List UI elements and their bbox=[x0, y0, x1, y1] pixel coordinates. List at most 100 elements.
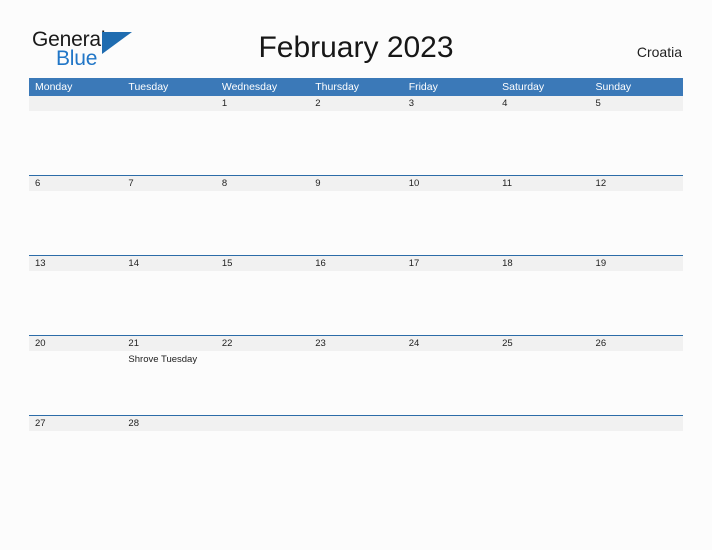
calendar-day-cell-empty bbox=[496, 416, 590, 442]
day-number-band: 20 bbox=[29, 336, 123, 351]
calendar-day-cell[interactable]: 4 bbox=[496, 96, 590, 175]
calendar-day-cell-empty bbox=[29, 96, 123, 175]
calendar-week-inner: 1 2 3 4 5 bbox=[29, 96, 683, 175]
calendar-day-cell[interactable]: 26 bbox=[589, 336, 683, 415]
day-number: 7 bbox=[128, 178, 134, 189]
day-number-band bbox=[309, 416, 403, 431]
day-number: 20 bbox=[35, 338, 46, 349]
calendar-day-cell[interactable]: 23 bbox=[309, 336, 403, 415]
calendar-day-cell[interactable]: 7 bbox=[122, 176, 216, 255]
day-events bbox=[309, 431, 402, 434]
calendar-day-cell[interactable]: 1 bbox=[215, 96, 310, 175]
day-events bbox=[403, 351, 496, 354]
day-number: 18 bbox=[502, 258, 513, 269]
calendar-day-cell[interactable]: 3 bbox=[402, 96, 497, 175]
day-events bbox=[29, 431, 122, 434]
weekday-tuesday: Tuesday bbox=[128, 81, 169, 93]
day-events bbox=[122, 111, 215, 114]
calendar-day-cell[interactable]: 17 bbox=[402, 256, 497, 335]
day-number: 12 bbox=[595, 178, 607, 189]
calendar-day-cell-empty bbox=[215, 416, 310, 442]
day-number-band: 17 bbox=[402, 256, 497, 271]
day-number-band bbox=[589, 416, 683, 431]
day-number: 5 bbox=[595, 98, 601, 109]
day-number-band bbox=[29, 96, 123, 111]
day-events bbox=[590, 191, 683, 194]
calendar-day-cell[interactable]: 8 bbox=[215, 176, 310, 255]
day-number: 21 bbox=[128, 338, 139, 349]
day-number: 2 bbox=[315, 98, 321, 109]
day-events bbox=[29, 271, 122, 274]
calendar-day-cell[interactable]: 15 bbox=[215, 256, 310, 335]
day-events bbox=[122, 271, 215, 274]
day-events bbox=[496, 351, 589, 354]
calendar-day-cell[interactable]: 20 bbox=[29, 336, 123, 415]
day-number: 9 bbox=[315, 178, 321, 189]
day-number-band: 15 bbox=[215, 256, 310, 271]
calendar-day-cell[interactable]: 25 bbox=[496, 336, 590, 415]
day-number: 3 bbox=[408, 98, 414, 109]
day-number-band bbox=[496, 416, 590, 431]
day-number-band: 6 bbox=[29, 176, 123, 191]
day-events bbox=[122, 431, 215, 434]
day-number-band: 13 bbox=[29, 256, 123, 271]
day-number-band: 9 bbox=[309, 176, 403, 191]
calendar-week-inner: 13 14 15 16 17 18 19 bbox=[29, 256, 683, 335]
day-events bbox=[403, 111, 496, 114]
weekday-thursday: Thursday bbox=[315, 81, 360, 93]
holiday-event-label: Shrove Tuesday bbox=[128, 354, 198, 365]
calendar-day-cell[interactable]: 22 bbox=[215, 336, 310, 415]
calendar-day-cell[interactable]: 9 bbox=[309, 176, 403, 255]
calendar-day-cell[interactable]: 27 bbox=[29, 416, 123, 442]
day-number: 19 bbox=[595, 258, 607, 269]
day-events bbox=[122, 191, 215, 194]
weekday-friday: Friday bbox=[408, 81, 438, 93]
calendar-day-cell[interactable]: 6 bbox=[29, 176, 123, 255]
day-number-band: 3 bbox=[402, 96, 497, 111]
day-number-band: 11 bbox=[496, 176, 590, 191]
weekday-sunday: Sunday bbox=[595, 81, 632, 93]
calendar-day-cell[interactable]: 10 bbox=[402, 176, 497, 255]
calendar-day-cell[interactable]: 21 Shrove Tuesday bbox=[122, 336, 216, 415]
calendar-day-cell[interactable]: 14 bbox=[122, 256, 216, 335]
calendar-day-cell[interactable]: 12 bbox=[589, 176, 683, 255]
day-events bbox=[403, 191, 496, 194]
calendar-day-cell[interactable]: 13 bbox=[29, 256, 123, 335]
page-header: General Blue February 2023 Croatia bbox=[0, 0, 712, 78]
day-number-band: 25 bbox=[496, 336, 590, 351]
day-number: 1 bbox=[221, 98, 228, 109]
weekday-wednesday: Wednesday bbox=[221, 81, 278, 93]
day-number-band: 27 bbox=[29, 416, 123, 431]
day-number: 13 bbox=[35, 258, 46, 269]
calendar-day-cell[interactable]: 19 bbox=[589, 256, 683, 335]
calendar-day-cell[interactable]: 16 bbox=[309, 256, 403, 335]
day-number-band: 21 bbox=[122, 336, 216, 351]
day-number-band: 18 bbox=[496, 256, 590, 271]
day-number: 27 bbox=[35, 418, 46, 429]
day-number-band: 14 bbox=[122, 256, 216, 271]
day-number-band: 4 bbox=[496, 96, 590, 111]
calendar-week-row: 13 14 15 16 17 18 19 bbox=[29, 255, 683, 335]
day-events bbox=[29, 191, 122, 194]
weekday-monday: Monday bbox=[35, 81, 73, 93]
day-events bbox=[309, 111, 402, 114]
calendar-day-cell[interactable]: 24 bbox=[402, 336, 497, 415]
calendar-week-inner: 27 28 bbox=[29, 416, 683, 442]
day-number: 6 bbox=[35, 178, 41, 189]
day-events bbox=[29, 351, 122, 354]
day-number: 25 bbox=[502, 338, 513, 349]
day-events bbox=[496, 431, 589, 434]
calendar-day-cell[interactable]: 11 bbox=[496, 176, 590, 255]
calendar-day-cell[interactable]: 18 bbox=[496, 256, 590, 335]
day-number-band: 26 bbox=[589, 336, 683, 351]
day-number: 15 bbox=[221, 258, 233, 269]
calendar-week-inner: 6 7 8 9 10 11 12 bbox=[29, 176, 683, 255]
calendar-day-cell[interactable]: 28 bbox=[122, 416, 216, 442]
day-number: 26 bbox=[595, 338, 607, 349]
day-events bbox=[403, 271, 496, 274]
calendar-day-cell[interactable]: 5 bbox=[589, 96, 683, 175]
calendar-day-cell-empty bbox=[122, 96, 216, 175]
day-events bbox=[590, 111, 683, 114]
calendar-day-cell[interactable]: 2 bbox=[309, 96, 403, 175]
day-number: 14 bbox=[128, 258, 139, 269]
